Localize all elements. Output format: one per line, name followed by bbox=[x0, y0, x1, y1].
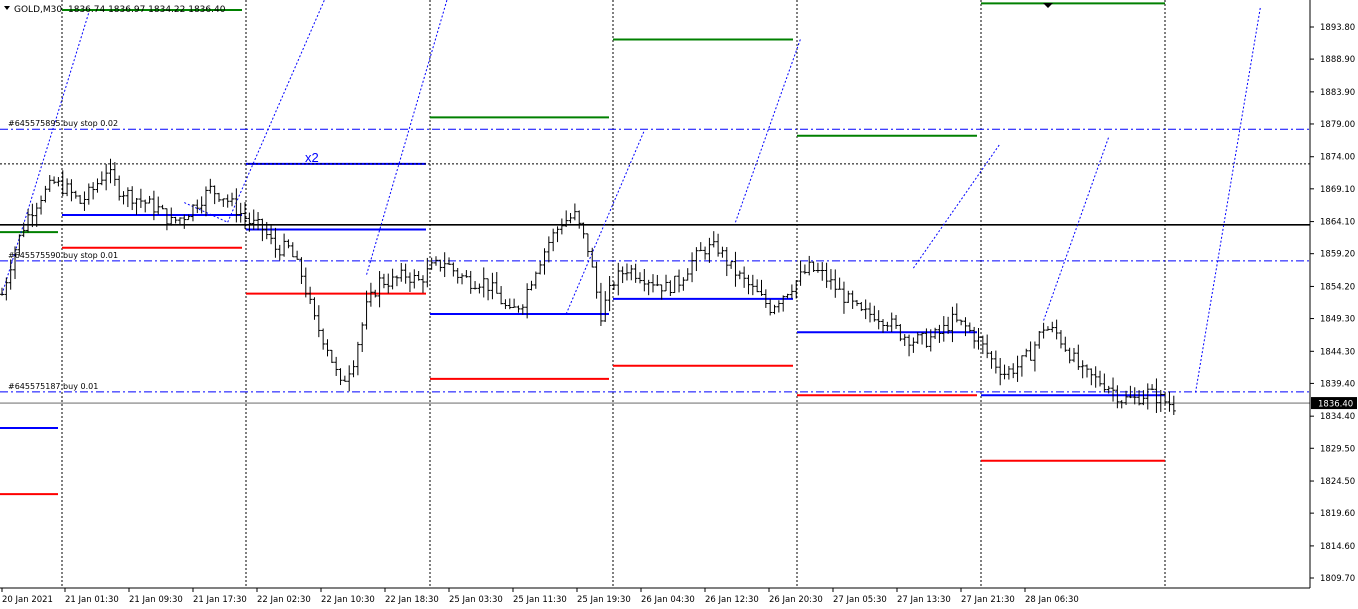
price-tick-label: 1819.60 bbox=[1320, 509, 1355, 519]
time-tick-label: 25 Jan 11:30 bbox=[513, 595, 567, 605]
order-label: #645575187 buy 0.01 bbox=[8, 382, 98, 391]
time-tick-label: 25 Jan 03:30 bbox=[449, 595, 503, 605]
price-tick-label: 1869.10 bbox=[1320, 185, 1355, 195]
time-tick-label: 21 Jan 09:30 bbox=[129, 595, 183, 605]
time-tick-label: 26 Jan 04:30 bbox=[641, 595, 695, 605]
time-tick-label: 20 Jan 2021 bbox=[2, 595, 53, 605]
chart[interactable]: #645575895 buy stop 0.02 #645575590 buy s… bbox=[0, 0, 1358, 609]
price-tick-label: 1844.30 bbox=[1320, 347, 1355, 357]
time-tick-label: 27 Jan 21:30 bbox=[961, 595, 1015, 605]
price-tick-label: 1814.60 bbox=[1320, 542, 1355, 552]
price-tick-label: 1854.20 bbox=[1320, 282, 1355, 292]
plot-background bbox=[0, 0, 1310, 588]
price-tick-label: 1893.80 bbox=[1320, 23, 1355, 33]
time-tick-label: 27 Jan 13:30 bbox=[897, 595, 951, 605]
time-tick-label: 26 Jan 20:30 bbox=[769, 595, 823, 605]
time-tick-label: 22 Jan 02:30 bbox=[257, 595, 311, 605]
time-tick-label: 22 Jan 10:30 bbox=[321, 595, 375, 605]
time-tick-label: 26 Jan 12:30 bbox=[705, 595, 759, 605]
order-label: #645575895 buy stop 0.02 bbox=[8, 119, 118, 128]
price-tick-label: 1883.90 bbox=[1320, 88, 1355, 98]
time-tick-label: 28 Jan 06:30 bbox=[1025, 595, 1079, 605]
price-tick-label: 1824.50 bbox=[1320, 477, 1355, 487]
price-tick-label: 1849.30 bbox=[1320, 315, 1355, 325]
time-tick-label: 25 Jan 19:30 bbox=[577, 595, 631, 605]
price-tick-label: 1829.50 bbox=[1320, 444, 1355, 454]
price-tick-label: 1874.00 bbox=[1320, 153, 1355, 163]
time-tick-label: 27 Jan 05:30 bbox=[833, 595, 887, 605]
price-tick-label: 1859.20 bbox=[1320, 250, 1355, 260]
price-tick-label: 1834.40 bbox=[1320, 412, 1355, 422]
price-tick-label: 1879.00 bbox=[1320, 120, 1355, 130]
order-label: #645575590 buy stop 0.01 bbox=[8, 251, 118, 260]
symbol-timeframe: GOLD,M30 bbox=[14, 5, 62, 15]
price-tick-label: 1864.10 bbox=[1320, 218, 1355, 228]
chart-header: GOLD,M30 1836.74 1836.97 1834.22 1836.40 bbox=[4, 5, 226, 15]
price-tick-label: 1809.70 bbox=[1320, 574, 1355, 584]
x2-annotation: x2 bbox=[305, 150, 319, 165]
time-tick-label: 22 Jan 18:30 bbox=[385, 595, 439, 605]
current-price-label: 1836.40 bbox=[1318, 400, 1353, 410]
time-tick-label: 21 Jan 01:30 bbox=[65, 595, 119, 605]
time-tick-label: 21 Jan 17:30 bbox=[193, 595, 247, 605]
ohlc-values: 1836.74 1836.97 1834.22 1836.40 bbox=[68, 5, 226, 15]
price-tick-label: 1839.40 bbox=[1320, 379, 1355, 389]
price-tick-label: 1888.90 bbox=[1320, 55, 1355, 65]
